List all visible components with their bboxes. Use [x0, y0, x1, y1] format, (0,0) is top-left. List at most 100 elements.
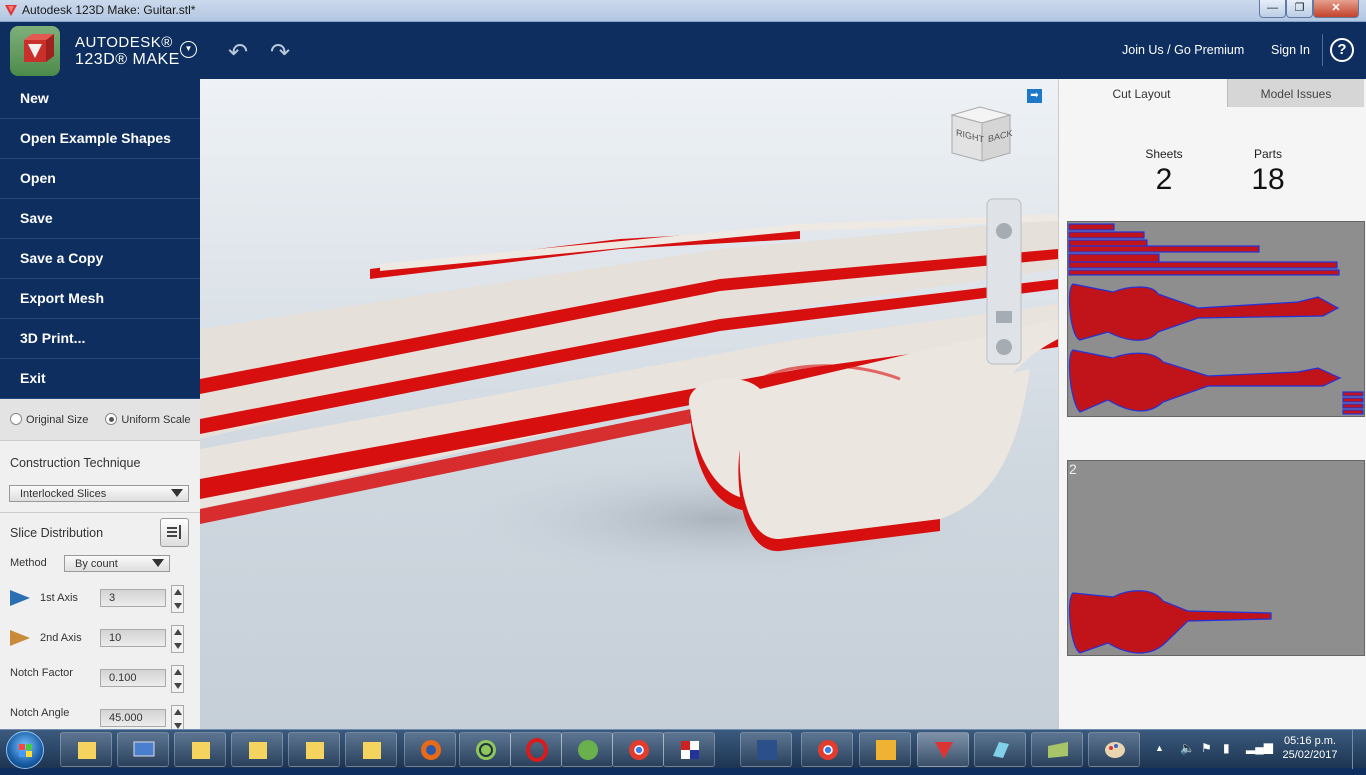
uniform-scale-radio[interactable] [105, 413, 118, 425]
taskbar-chrome-1[interactable] [612, 732, 664, 767]
first-axis-stepper[interactable] [171, 585, 184, 613]
parts-label: Parts [1253, 147, 1282, 161]
folder-icon [78, 742, 96, 759]
dropdown-arrow-icon [152, 559, 164, 567]
view-cube[interactable]: RIGHT BACK [950, 101, 1013, 163]
notch-factor-input[interactable]: 0.100 [100, 669, 166, 687]
wb-icon [757, 740, 777, 760]
expand-panel-arrow-icon[interactable]: ➡ [1027, 89, 1042, 103]
windows-logo-icon [19, 744, 32, 757]
taskbar-app[interactable] [663, 732, 715, 767]
taskbar-chrome-2[interactable] [801, 732, 853, 767]
opera-icon [526, 738, 548, 762]
menu-item-export-mesh[interactable]: Export Mesh [0, 279, 200, 319]
original-size-radio[interactable] [10, 413, 22, 425]
cut-layout-panel: Cut Layout Model Issues Sheets 2 Parts 1… [1058, 79, 1366, 729]
sync-icon [476, 740, 496, 760]
taskbar-sync[interactable] [459, 732, 511, 767]
app-menu-chevron-icon[interactable]: ▼ [180, 41, 197, 58]
construction-section: Construction Technique Interlocked Slice… [0, 441, 200, 513]
construction-dropdown[interactable]: Interlocked Slices [9, 485, 189, 502]
join-premium-link[interactable]: Join Us / Go Premium [1122, 43, 1244, 57]
sheet-2-preview[interactable]: 2 [1067, 460, 1365, 656]
tab-cut-layout[interactable]: Cut Layout [1059, 79, 1224, 107]
menu-item-3d-print[interactable]: 3D Print... [0, 319, 200, 359]
menu-item-save-a-copy[interactable]: Save a Copy [0, 239, 200, 279]
logo-cube-icon [24, 34, 54, 62]
method-dropdown[interactable]: By count [64, 555, 170, 572]
taskbar-123d-make[interactable] [917, 732, 969, 767]
taskbar-inventor[interactable] [859, 732, 911, 767]
second-axis-stepper[interactable] [171, 625, 184, 653]
taskbar-folder-3[interactable] [231, 732, 283, 767]
minimize-button[interactable]: — [1259, 0, 1286, 18]
guitar-slices-model[interactable] [200, 79, 1058, 729]
sheets-label: Sheets [1145, 147, 1183, 161]
parts-value: 18 [1251, 163, 1285, 196]
clock-time: 05:16 p.m. [1284, 735, 1336, 747]
system-clock[interactable]: 05:16 p.m. 25/02/2017 [1277, 735, 1343, 761]
menu-item-save[interactable]: Save [0, 199, 200, 239]
show-desktop-button[interactable] [1352, 730, 1366, 769]
first-axis-input[interactable]: 3 [100, 589, 166, 607]
taskbar-wbt[interactable] [740, 732, 792, 767]
glass-icon [993, 742, 1009, 758]
brand-autodesk: AUTODESK® [75, 34, 173, 51]
taskbar-firefox[interactable] [404, 732, 456, 767]
taskbar-folder-2[interactable] [174, 732, 226, 767]
sidebar: New Open Example Shapes Open Save Save a… [0, 79, 200, 733]
battery-icon[interactable]: ▮ [1223, 741, 1230, 755]
taskbar-globe[interactable] [561, 732, 613, 767]
tab-model-issues[interactable]: Model Issues [1227, 79, 1364, 107]
header-divider [1322, 34, 1323, 66]
first-axis-icon [10, 590, 30, 606]
taskbar-app-3[interactable] [1031, 732, 1083, 767]
sheet-1-preview[interactable] [1067, 221, 1365, 417]
firefox-icon [421, 740, 441, 760]
sign-in-link[interactable]: Sign In [1271, 43, 1310, 57]
app-logo[interactable] [10, 26, 60, 76]
menu-item-open[interactable]: Open [0, 159, 200, 199]
notch-angle-input[interactable]: 45.000 [100, 709, 166, 727]
taskbar-folder-4[interactable] [288, 732, 340, 767]
network-signal-icon[interactable]: ▂▄▆ [1246, 740, 1273, 754]
taskbar-opera[interactable] [510, 732, 562, 767]
window-title: Autodesk 123D Make: Guitar.stl* [22, 3, 196, 17]
slice-settings-button[interactable] [160, 518, 189, 547]
second-axis-input[interactable]: 10 [100, 629, 166, 647]
taskbar-window[interactable] [117, 732, 169, 767]
method-value: By count [75, 558, 118, 570]
undo-icon[interactable]: ↶ [228, 38, 248, 67]
123d-make-icon [935, 742, 953, 759]
window-titlebar: Autodesk 123D Make: Guitar.stl* — ❐ ✕ [0, 0, 1366, 22]
close-button[interactable]: ✕ [1313, 0, 1359, 18]
3d-viewport[interactable]: RIGHT BACK ➡ [200, 79, 1058, 729]
sheets-value: 2 [1155, 163, 1173, 196]
redo-icon[interactable]: ↷ [270, 38, 290, 67]
menu-item-exit[interactable]: Exit [0, 359, 200, 399]
clock-date: 25/02/2017 [1282, 749, 1338, 761]
action-center-flag-icon[interactable]: ⚑ [1201, 741, 1212, 755]
maximize-button[interactable]: ❐ [1286, 0, 1313, 18]
brand-product: 123D® MAKE [75, 51, 180, 68]
dropdown-arrow-icon [171, 489, 183, 497]
sheet-2-number: 2 [1069, 461, 1077, 477]
start-button[interactable] [6, 731, 44, 769]
taskbar-folder-1[interactable] [60, 732, 112, 767]
first-axis-label: 1st Axis [40, 592, 78, 604]
help-icon[interactable]: ? [1330, 38, 1354, 62]
flag-grid-icon [681, 741, 699, 759]
slice-distribution-section: Slice Distribution Method By count 1st A… [0, 514, 200, 733]
menu-item-new[interactable]: New [0, 79, 200, 119]
original-size-label: Original Size [26, 414, 89, 426]
taskbar-folder-5[interactable] [345, 732, 397, 767]
notch-factor-stepper[interactable] [171, 665, 184, 693]
volume-icon[interactable]: 🔈 [1180, 741, 1195, 755]
taskbar-app-2[interactable] [974, 732, 1026, 767]
taskbar-paint[interactable] [1088, 732, 1140, 767]
map-icon [1048, 742, 1068, 758]
menu-item-open-example-shapes[interactable]: Open Example Shapes [0, 119, 200, 159]
construction-title: Construction Technique [10, 456, 141, 470]
second-axis-icon [10, 630, 30, 646]
tray-expand-icon[interactable]: ▲ [1155, 743, 1164, 753]
